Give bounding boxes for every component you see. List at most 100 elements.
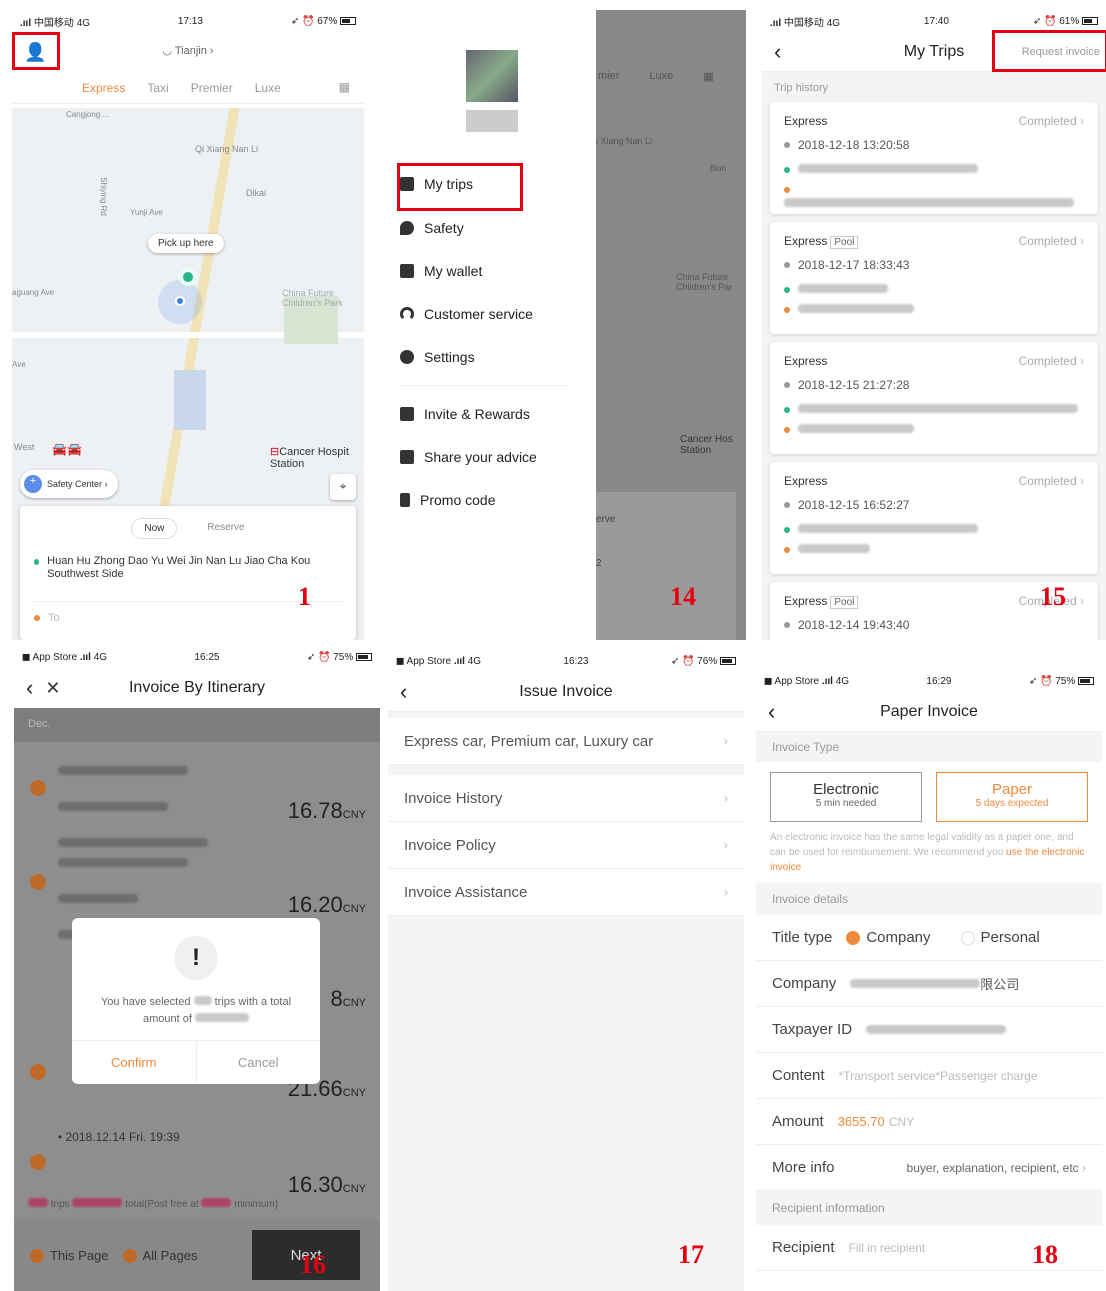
panel-number: 17 xyxy=(678,1240,704,1269)
month-label: Dec. xyxy=(14,708,380,742)
menu-my-wallet[interactable]: My wallet xyxy=(400,263,482,279)
shield-icon: + xyxy=(24,475,42,493)
trip-amount: 16.20CNY xyxy=(287,892,366,917)
tab-taxi[interactable]: Taxi xyxy=(147,81,168,95)
ride-request-card: Now Reserve Huan Hu Zhong Dao Yu Wei Jin… xyxy=(20,506,356,640)
trip-card[interactable]: Express Pool Completed › 2018-12-17 18:33:… xyxy=(770,222,1098,334)
invoice-note: An electronic invoice has the same legal… xyxy=(770,832,1085,873)
confirm-button[interactable]: Confirm xyxy=(72,1041,197,1084)
menu-settings[interactable]: Settings xyxy=(400,349,475,365)
map-label: aguang Ave xyxy=(12,288,55,297)
radio-selected-icon[interactable] xyxy=(846,930,861,945)
wallet-icon xyxy=(400,264,414,278)
section-label: Trip history xyxy=(774,82,828,94)
bg-label: Luxe xyxy=(649,70,674,82)
check-icon[interactable] xyxy=(30,874,46,890)
feedback-icon xyxy=(400,450,414,464)
top-bar: 👤 ◡ Tianjin › xyxy=(12,32,364,72)
dimmed-card: erve 2 xyxy=(596,492,736,640)
back-icon[interactable]: ‹ xyxy=(762,40,793,63)
clock: 17:13 xyxy=(177,15,203,27)
menu-promo-code[interactable]: Promo code xyxy=(400,492,495,508)
map-label: China Future Children's Park xyxy=(282,288,343,308)
panel-invoice-itinerary: ◼ App Store .ııl 4G 16:25 ➶ ⏰ 75% ‹ ✕ Invo… xyxy=(14,646,380,1291)
check-icon[interactable] xyxy=(30,1248,44,1263)
user-location-icon xyxy=(175,296,185,306)
company-row[interactable]: Company 限公司 xyxy=(756,961,1102,1007)
bg-label: mier xyxy=(598,70,620,82)
tab-premier[interactable]: Premier xyxy=(191,81,233,95)
nav-bar: ‹ Issue Invoice xyxy=(388,672,744,712)
trip-card[interactable]: Express Completed › 2018-12-18 13:20:58 xyxy=(770,102,1098,214)
status-bar: .ııl 中国移动 4G 17:13 ➶ ⏰ 67% xyxy=(12,10,364,32)
panel-issue-invoice: ◼ App Store .ııl 4G 16:23 ➶ ⏰ 76% ‹ Issue … xyxy=(388,650,744,1291)
safety-center-button[interactable]: + Safety Center › xyxy=(20,470,118,498)
exclamation-icon: ! xyxy=(174,936,218,980)
battery-level: 67% xyxy=(317,15,338,27)
city-selector[interactable]: ◡ Tianjin › xyxy=(12,44,364,57)
network: 4G xyxy=(76,17,91,29)
electronic-option[interactable]: Electronic 5 min needed xyxy=(770,772,922,822)
map-label: ⊟Cancer Hospit Station xyxy=(270,446,349,470)
check-icon[interactable] xyxy=(122,1248,137,1263)
panel-home-map: .ııl 中国移动 4G 17:13 ➶ ⏰ 67% 👤 ◡ Tianjin › E… xyxy=(12,10,364,640)
now-button[interactable]: Now xyxy=(131,518,178,539)
pickup-pin-icon[interactable] xyxy=(179,268,197,286)
panel-number: 14 xyxy=(670,582,696,611)
back-icon[interactable]: ‹ xyxy=(756,700,787,723)
cancel-button[interactable]: Cancel xyxy=(197,1041,321,1084)
car-icon: 🚘🚘 xyxy=(52,442,82,456)
map-label: West xyxy=(14,442,35,452)
radio-icon[interactable] xyxy=(960,930,975,945)
trip-amount: 16.78CNY xyxy=(287,798,366,823)
panel-my-trips: .ııl 中国移动 4G 17:40 ➶ ⏰ 61% ‹ My Trips Requ… xyxy=(762,10,1106,640)
panel-side-menu: mier Luxe ▦ i Xiang Nan Li Binh China Futu… xyxy=(380,10,746,640)
check-icon[interactable] xyxy=(30,1154,46,1170)
check-icon[interactable] xyxy=(30,780,46,796)
bg-label: 2 xyxy=(596,558,602,569)
avatar[interactable] xyxy=(466,50,518,102)
company-radio[interactable]: Company xyxy=(866,929,930,946)
this-page-option[interactable]: This Page xyxy=(50,1248,109,1263)
bg-label: Cancer Hos Station xyxy=(680,434,733,456)
trip-card[interactable]: Express Completed › 2018-12-15 16:52:27 xyxy=(770,462,1098,574)
page-title: Paper Invoice xyxy=(880,702,978,720)
gear-icon xyxy=(400,350,414,364)
personal-radio[interactable]: Personal xyxy=(981,929,1040,946)
status-bar: ◼ App Store .ııl 4G 16:25 ➶ ⏰ 75% xyxy=(14,646,380,668)
menu-invite-rewards[interactable]: Invite & Rewards xyxy=(400,406,530,422)
invoice-policy-row[interactable]: Invoice Policy › xyxy=(388,822,744,869)
panel-number: 18 xyxy=(1032,1240,1058,1269)
menu-share-advice[interactable]: Share your advice xyxy=(400,449,537,465)
invoice-assistance-row[interactable]: Invoice Assistance › xyxy=(388,869,744,916)
close-icon[interactable]: ✕ xyxy=(45,678,60,699)
status-bar: ◼ App Store .ııl 4G 16:29 ➶ ⏰ 75% xyxy=(756,670,1102,692)
grid-icon[interactable]: ▦ xyxy=(339,80,350,94)
more-info-row[interactable]: More info buyer, explanation, recipient, … xyxy=(756,1145,1102,1191)
map[interactable]: Qi Xiang Nan Li Cangjong ... Dikai Shiyi… xyxy=(12,108,364,640)
tab-express[interactable]: Express xyxy=(82,81,125,95)
pickup-address[interactable]: Huan Hu Zhong Dao Yu Wei Jin Nan Lu Jiao… xyxy=(34,555,342,581)
headset-icon xyxy=(400,307,414,321)
panel-number: 16 xyxy=(300,1250,326,1279)
locate-icon[interactable]: ⌖ xyxy=(330,474,356,500)
tab-luxe[interactable]: Luxe xyxy=(255,81,281,95)
highlight-box xyxy=(397,163,523,211)
taxpayer-row[interactable]: Taxpayer ID xyxy=(756,1007,1102,1053)
reserve-button[interactable]: Reserve xyxy=(207,518,244,539)
trip-card[interactable]: Express Completed › 2018-12-15 21:27:28 xyxy=(770,342,1098,454)
ride-type-row[interactable]: Express car, Premium car, Luxury car › xyxy=(388,718,744,765)
paper-option[interactable]: Paper 5 days expected xyxy=(936,772,1088,822)
all-pages-option[interactable]: All Pages xyxy=(143,1248,198,1263)
back-icon[interactable]: ‹ xyxy=(388,680,419,703)
menu-safety[interactable]: Safety xyxy=(400,220,464,236)
promo-icon xyxy=(400,493,410,507)
check-icon[interactable] xyxy=(30,1064,46,1080)
back-icon[interactable]: ‹ xyxy=(14,677,45,699)
destination-input[interactable]: To xyxy=(34,601,342,624)
panel-number: 1 xyxy=(298,582,311,611)
user-name-blurred xyxy=(466,110,518,132)
invoice-history-row[interactable]: Invoice History › xyxy=(388,775,744,822)
menu-customer-service[interactable]: Customer service xyxy=(400,306,533,322)
page-title: Issue Invoice xyxy=(519,682,613,700)
